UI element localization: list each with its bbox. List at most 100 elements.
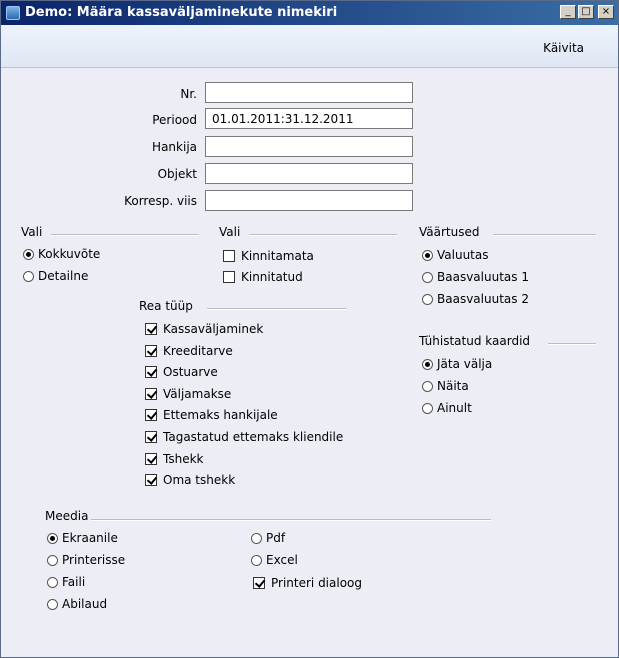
rea-tyyp-divider (207, 308, 346, 310)
radio-abilaud[interactable]: Abilaud (47, 597, 107, 611)
check-kinnitatud-box[interactable] (223, 271, 235, 283)
radio-abilaud-label: Abilaud (62, 597, 108, 611)
app-icon (6, 6, 20, 20)
radio-printerisse-button[interactable] (47, 554, 58, 566)
minimize-button[interactable]: _ (560, 5, 576, 19)
radio-detailne-label: Detailne (38, 269, 89, 283)
title-bar[interactable]: Demo: Määra kassaväljaminekute nimekiri … (1, 1, 618, 25)
radio-faili-label: Faili (62, 575, 86, 589)
form-content: Nr. Periood Hankija Objekt Korresp. viis… (1, 68, 618, 657)
check-kinnitamata[interactable]: Kinnitamata (223, 249, 314, 263)
check-kreeditarve[interactable]: Kreeditarve (145, 344, 233, 358)
radio-kokkuvote-button[interactable] (23, 248, 34, 260)
radio-baasvaluutas-2-label: Baasvaluutas 2 (437, 292, 529, 306)
check-kinnitatud[interactable]: Kinnitatud (223, 270, 303, 284)
vali-summary-title: Vali (21, 225, 43, 239)
check-tagastatud-ettemaks[interactable]: Tagastatud ettemaks kliendile (145, 430, 343, 444)
check-kassavaljaminek[interactable]: Kassaväljaminek (145, 322, 263, 336)
radio-ekraanile[interactable]: Ekraanile (47, 531, 118, 545)
check-tshekk-box[interactable] (145, 453, 157, 465)
check-valjamakse-label: Väljamakse (163, 387, 232, 401)
run-button[interactable]: Käivita (543, 41, 584, 55)
radio-ekraanile-label: Ekraanile (62, 531, 118, 545)
nr-label: Nr. (180, 87, 197, 101)
check-ettemaks-hankijale-box[interactable] (145, 409, 157, 421)
radio-pdf-button[interactable] (251, 532, 262, 544)
periood-label: Periood (152, 113, 197, 127)
radio-naita[interactable]: Näita (422, 379, 469, 393)
radio-baasvaluutas-2-button[interactable] (422, 293, 433, 305)
nr-field[interactable] (205, 82, 413, 103)
maximize-button[interactable]: □ (578, 5, 594, 19)
check-valjamakse-box[interactable] (145, 388, 157, 400)
check-kinnitamata-box[interactable] (223, 250, 235, 262)
radio-jata-valja[interactable]: Jäta välja (422, 357, 492, 371)
check-kassavaljaminek-box[interactable] (145, 323, 157, 335)
window-title: Demo: Määra kassaväljaminekute nimekiri (25, 5, 338, 20)
radio-ekraanile-button[interactable] (47, 532, 58, 544)
radio-valuutas-button[interactable] (422, 249, 433, 261)
vaartused-title: Väärtused (419, 225, 480, 239)
radio-jata-valja-label: Jäta välja (437, 357, 493, 371)
check-printeri-dialoog[interactable]: Printeri dialoog (253, 576, 362, 590)
vaartused-divider (493, 234, 596, 236)
check-kinnitamata-label: Kinnitamata (241, 249, 314, 263)
check-ostuarve-box[interactable] (145, 366, 157, 378)
korresp-label: Korresp. viis (124, 194, 197, 208)
objekt-field[interactable] (205, 163, 413, 184)
check-kreeditarve-box[interactable] (145, 345, 157, 357)
vali-summary-divider (51, 234, 199, 236)
toolbar: Käivita (1, 25, 618, 68)
rea-tyyp-title: Rea tüüp (139, 299, 193, 313)
check-oma-tshekk[interactable]: Oma tshekk (145, 473, 235, 487)
radio-pdf-label: Pdf (266, 531, 286, 545)
check-ostuarve[interactable]: Ostuarve (145, 365, 218, 379)
report-window: Demo: Määra kassaväljaminekute nimekiri … (0, 0, 619, 658)
check-tshekk-label: Tshekk (163, 452, 204, 466)
radio-excel-label: Excel (266, 553, 298, 567)
radio-faili[interactable]: Faili (47, 575, 85, 589)
radio-jata-valja-button[interactable] (422, 358, 433, 370)
radio-detailne-button[interactable] (23, 270, 34, 282)
radio-faili-button[interactable] (47, 576, 58, 588)
check-ettemaks-hankijale-label: Ettemaks hankijale (163, 408, 278, 422)
radio-naita-label: Näita (437, 379, 469, 393)
vali-status-divider (249, 234, 397, 236)
check-kinnitatud-label: Kinnitatud (241, 270, 303, 284)
radio-detailne[interactable]: Detailne (23, 269, 88, 283)
radio-baasvaluutas-2[interactable]: Baasvaluutas 2 (422, 292, 529, 306)
radio-ainult-button[interactable] (422, 402, 433, 414)
hankija-label: Hankija (152, 140, 197, 154)
check-tshekk[interactable]: Tshekk (145, 452, 203, 466)
radio-abilaud-button[interactable] (47, 598, 58, 610)
check-oma-tshekk-label: Oma tshekk (163, 473, 236, 487)
check-tagastatud-ettemaks-box[interactable] (145, 431, 157, 443)
tyhistatud-divider (548, 343, 596, 345)
radio-printerisse-label: Printerisse (62, 553, 126, 567)
radio-kokkuvote-label: Kokkuvõte (38, 247, 101, 261)
hankija-field[interactable] (205, 136, 413, 157)
check-oma-tshekk-box[interactable] (145, 474, 157, 486)
check-ettemaks-hankijale[interactable]: Ettemaks hankijale (145, 408, 278, 422)
radio-excel[interactable]: Excel (251, 553, 298, 567)
close-button[interactable]: × (598, 5, 614, 19)
radio-baasvaluutas-1-button[interactable] (422, 271, 433, 283)
radio-pdf[interactable]: Pdf (251, 531, 285, 545)
objekt-label: Objekt (157, 167, 197, 181)
check-valjamakse[interactable]: Väljamakse (145, 387, 231, 401)
korresp-field[interactable] (205, 190, 413, 211)
radio-valuutas-label: Valuutas (437, 248, 489, 262)
periood-field[interactable] (205, 108, 413, 129)
radio-excel-button[interactable] (251, 554, 262, 566)
radio-ainult-label: Ainult (437, 401, 472, 415)
radio-ainult[interactable]: Ainult (422, 401, 472, 415)
radio-kokkuvote[interactable]: Kokkuvõte (23, 247, 100, 261)
radio-naita-button[interactable] (422, 380, 433, 392)
radio-baasvaluutas-1[interactable]: Baasvaluutas 1 (422, 270, 529, 284)
check-printeri-dialoog-box[interactable] (253, 577, 265, 589)
tyhistatud-title: Tühistatud kaardid (419, 334, 531, 348)
check-kassavaljaminek-label: Kassaväljaminek (163, 322, 264, 336)
radio-valuutas[interactable]: Valuutas (422, 248, 489, 262)
meedia-divider (91, 519, 491, 521)
radio-printerisse[interactable]: Printerisse (47, 553, 125, 567)
